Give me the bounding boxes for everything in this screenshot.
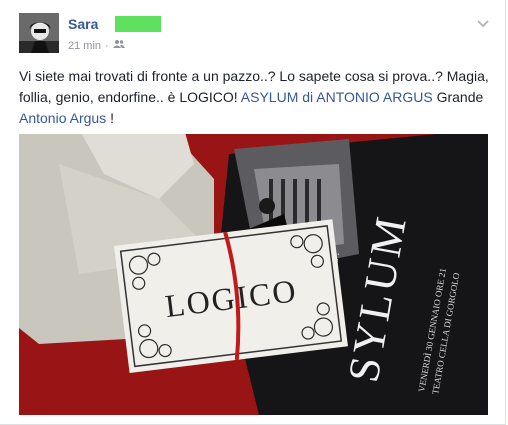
separator-dot: · [105,39,109,52]
antonio-argus-link[interactable]: Antonio Argus [19,110,106,126]
post-timestamp[interactable]: 21 min [68,40,101,52]
post-text-part3: ! [110,110,114,126]
post-text: Vi siete mai trovati di fronte a un pazz… [19,66,499,129]
author-avatar[interactable] [19,13,59,53]
author-name[interactable]: Sara [68,16,98,32]
asylum-link[interactable]: ASYLUM di ANTONIO ARGUS [241,89,433,105]
post-photo[interactable]: SYLUM Come e Follia ? VENERDÌ 30 GENNAIO… [19,134,488,415]
post-options-chevron-icon[interactable] [474,17,492,31]
post-text-part2: Grande [436,89,484,105]
friends-audience-icon[interactable] [112,39,125,52]
name-redaction [115,16,161,32]
post-meta: 21 min · [68,39,125,52]
post-card: Sara 21 min · Vi siete mai trovati di fr… [0,0,506,425]
logico-card: LOGICO [114,219,348,374]
